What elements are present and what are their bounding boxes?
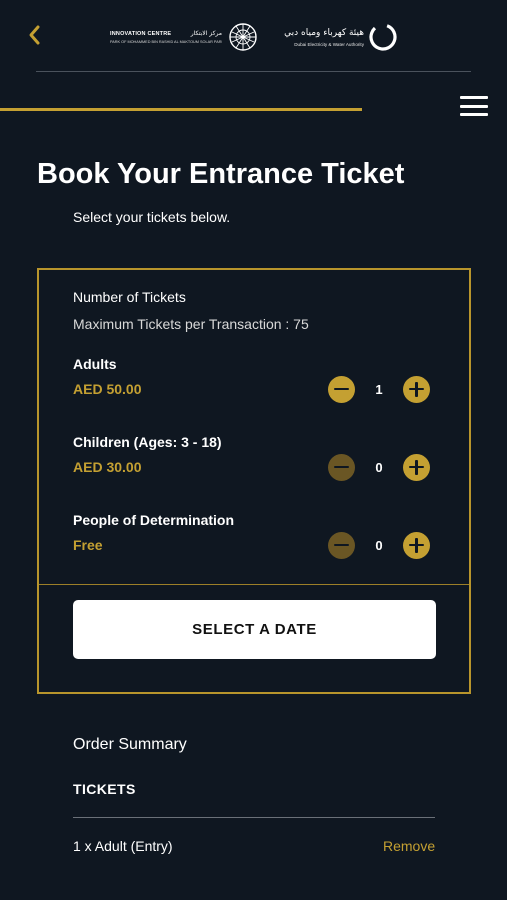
dewa-name-en: Dubai Electricity & Water Authority xyxy=(294,41,364,47)
ticket-price: AED 50.00 xyxy=(73,381,142,397)
decrease-button[interactable] xyxy=(328,375,355,403)
chevron-left-icon xyxy=(29,25,40,45)
menu-button[interactable] xyxy=(460,94,489,118)
increase-button[interactable] xyxy=(403,453,430,481)
ticket-selection-panel: Number of Tickets Maximum Tickets per Tr… xyxy=(37,268,471,694)
max-tickets-note: Maximum Tickets per Transaction : 75 xyxy=(73,316,309,332)
decrease-button[interactable] xyxy=(328,531,355,559)
summary-section-label: TICKETS xyxy=(73,781,136,797)
increase-button[interactable] xyxy=(403,531,430,559)
logo-subline: PARK OF MOHAMMED BIN RASHID AL MAKTOUM S… xyxy=(110,40,222,44)
ticket-price: AED 30.00 xyxy=(73,459,142,475)
summary-divider xyxy=(73,817,435,818)
quantity-value: 0 xyxy=(375,537,383,553)
summary-item: 1 x Adult (Entry) xyxy=(73,838,173,854)
ticket-row-children: Children (Ages: 3 - 18) AED 30.00 0 xyxy=(73,434,437,481)
hamburger-menu-icon xyxy=(460,96,488,99)
logo-name-ar: مركز الابتكار xyxy=(190,30,222,37)
order-summary-title: Order Summary xyxy=(73,736,187,753)
dewa-logo: هيئة كهرباء ومياه دبي Dubai Electricity … xyxy=(274,20,398,54)
quantity-stepper: 0 xyxy=(328,453,430,481)
tickets-heading: Number of Tickets xyxy=(73,289,186,305)
back-button[interactable] xyxy=(22,22,46,48)
quantity-value: 1 xyxy=(375,381,383,397)
ticket-type-label: Children (Ages: 3 - 18) xyxy=(73,434,222,450)
decrease-button[interactable] xyxy=(328,453,355,481)
ticket-price: Free xyxy=(73,537,103,553)
header-divider xyxy=(36,71,471,72)
ticket-booking-page: INNOVATION CENTRE مركز الابتكار PARK OF … xyxy=(0,0,507,900)
minus-icon xyxy=(334,543,349,547)
logo-name-en: INNOVATION CENTRE xyxy=(110,30,172,37)
increase-button[interactable] xyxy=(403,375,430,403)
ticket-type-label: People of Determination xyxy=(73,512,235,528)
ticket-row-people-of-determination: People of Determination Free 0 xyxy=(73,512,437,559)
dewa-name-ar: هيئة كهرباء ومياه دبي xyxy=(284,27,364,38)
remove-link[interactable]: Remove xyxy=(383,838,435,854)
ticket-type-label: Adults xyxy=(73,356,117,372)
select-date-button[interactable]: SELECT A DATE xyxy=(73,600,436,659)
ticket-row-adults: Adults AED 50.00 1 xyxy=(73,356,437,403)
page-title: Book Your Entrance Ticket xyxy=(37,158,405,190)
gold-accent-bar xyxy=(0,108,362,111)
page-subtitle: Select your tickets below. xyxy=(73,209,231,225)
quantity-stepper: 1 xyxy=(328,375,430,403)
minus-icon xyxy=(334,465,349,469)
quantity-stepper: 0 xyxy=(328,531,430,559)
panel-divider xyxy=(39,584,469,585)
innovation-centre-logo: INNOVATION CENTRE مركز الابتكار PARK OF … xyxy=(110,20,258,54)
quantity-value: 0 xyxy=(375,459,383,475)
minus-icon xyxy=(334,387,349,391)
globe-emblem-icon xyxy=(229,23,257,51)
dewa-ring-icon xyxy=(369,23,397,51)
